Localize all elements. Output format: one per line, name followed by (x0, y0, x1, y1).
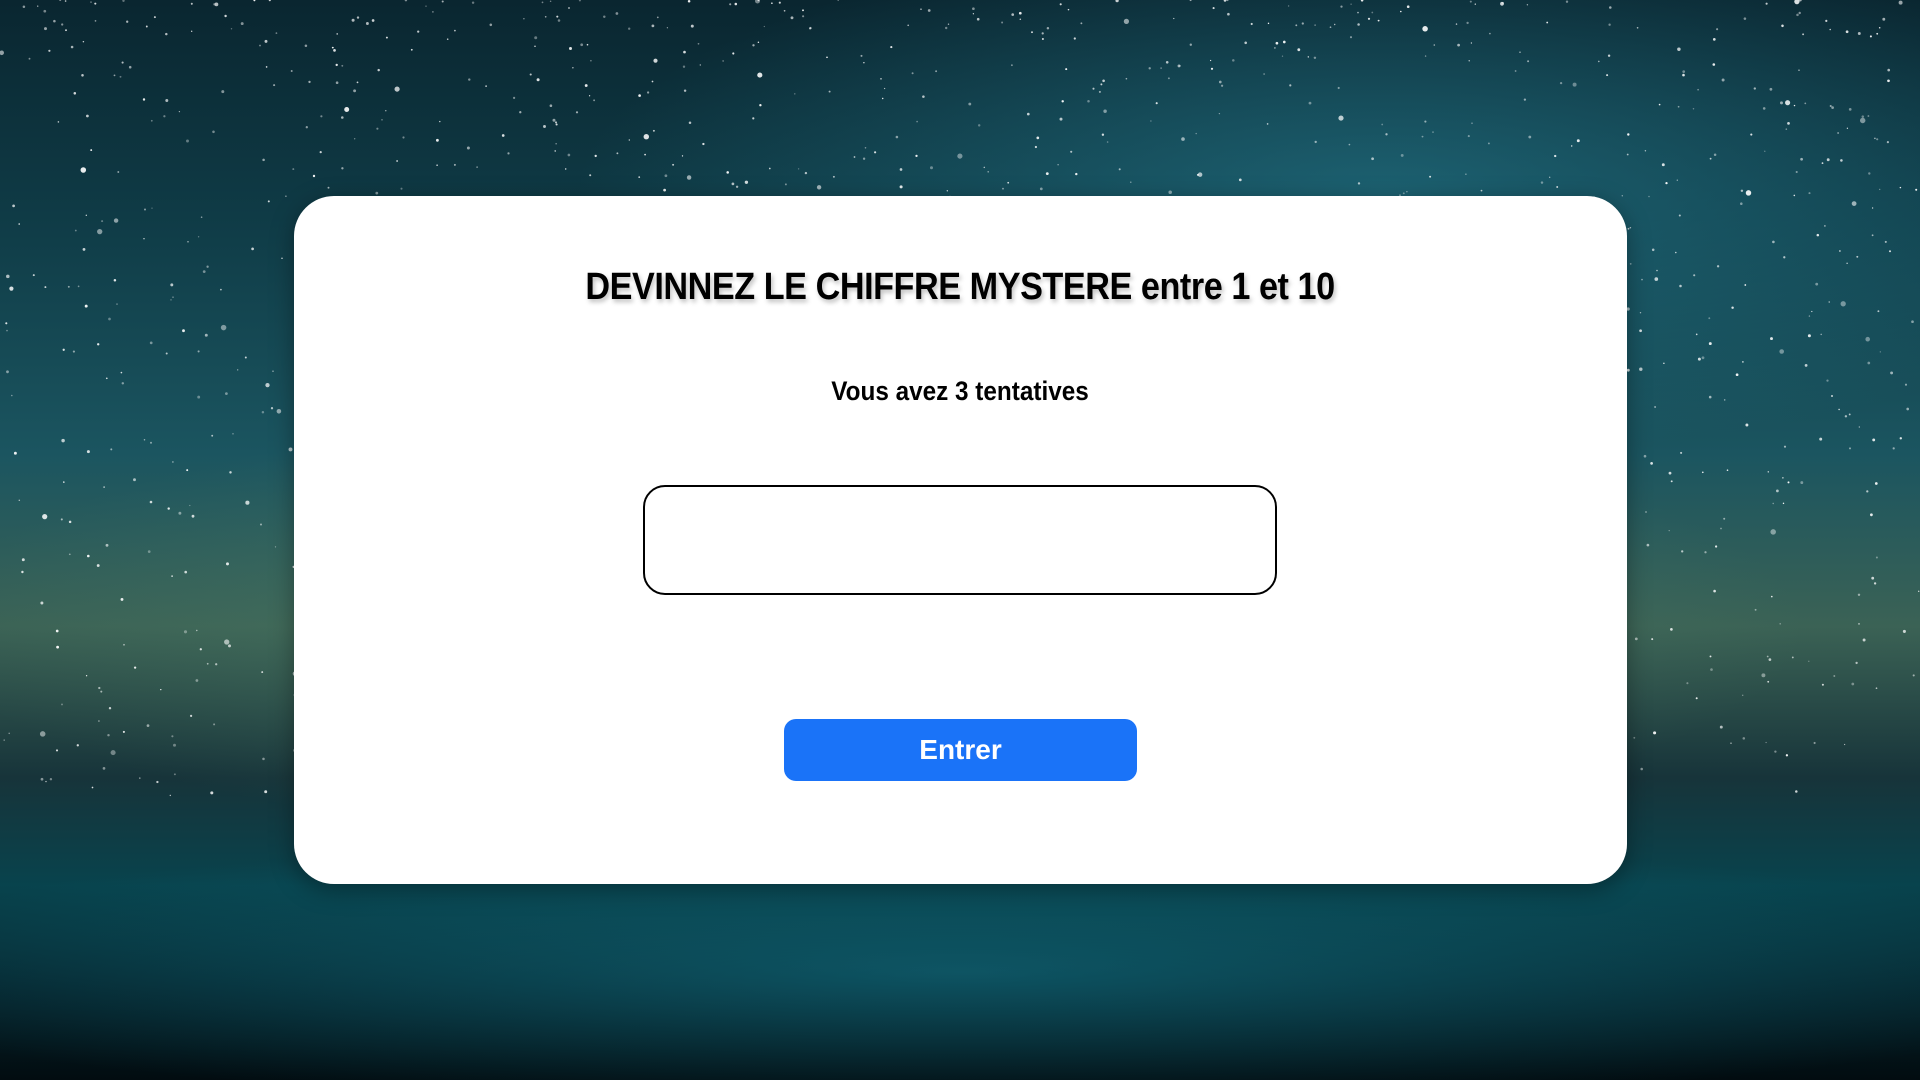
game-title: DEVINNEZ LE CHIFFRE MYSTERE entre 1 et 1… (585, 266, 1335, 308)
guess-input[interactable] (643, 485, 1277, 595)
attempts-remaining-text: Vous avez 3 tentatives (831, 376, 1089, 406)
enter-button[interactable]: Entrer (784, 719, 1137, 781)
